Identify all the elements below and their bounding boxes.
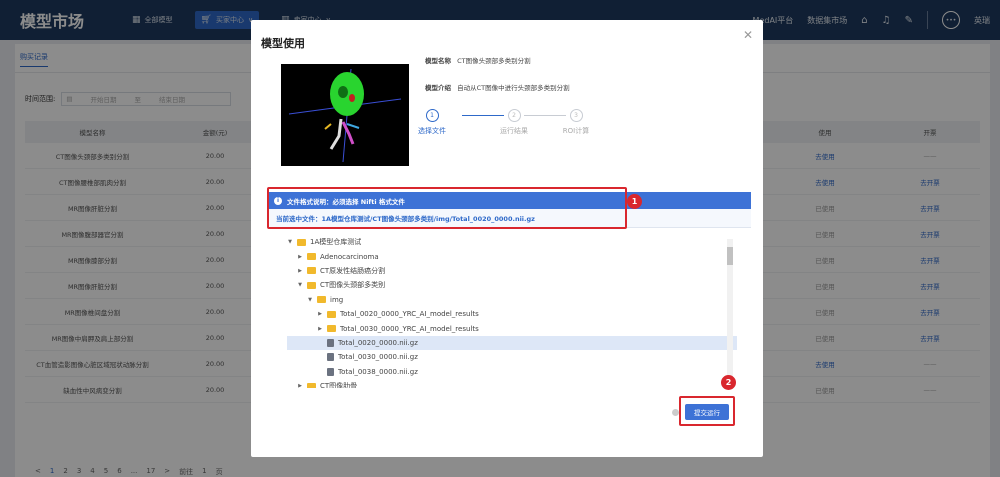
caret-right-icon[interactable]: ▶	[297, 383, 303, 388]
step-indicator: 1 选择文件 2 运行结果 3 ROI计算	[418, 109, 626, 141]
folder-icon	[307, 267, 316, 275]
tree-folder[interactable]: ▶ Total_0030_0000_YRC_AI_model_results	[287, 321, 737, 335]
tree-label: Total_0030_0000_YRC_AI_model_results	[340, 324, 479, 333]
caret-down-icon[interactable]: ▼	[287, 239, 293, 245]
step-number: 3	[569, 109, 583, 122]
folder-icon	[307, 281, 316, 289]
tree-label: Total_0020_0000_YRC_AI_model_results	[340, 310, 479, 319]
caret-down-icon[interactable]: ▼	[297, 282, 303, 288]
tree-label: Total_0020_0000.nii.gz	[338, 338, 418, 347]
file-icon	[327, 367, 334, 376]
tree-label: Total_0038_0000.nii.gz	[338, 367, 418, 376]
step-label: 选择文件	[418, 127, 446, 135]
model-desc: 自动从CT图像中进行头颈部多类别分割	[457, 84, 570, 92]
scrollbar-thumb[interactable]	[727, 247, 733, 265]
folder-icon	[307, 382, 316, 388]
folder-icon	[327, 310, 336, 318]
step-roi: 3 ROI计算	[546, 109, 606, 136]
tree-folder[interactable]: ▶ Total_0020_0000_YRC_AI_model_results	[287, 307, 737, 321]
tree-label: img	[330, 295, 344, 304]
tree-scrollbar[interactable]	[727, 239, 733, 387]
file-icon	[327, 338, 334, 347]
tree-file[interactable]: Total_0020_0000.nii.gz	[287, 335, 737, 351]
caret-right-icon[interactable]: ▶	[297, 254, 303, 260]
model-preview-image	[281, 64, 409, 166]
tree-label: CT原发性结肠癌分割	[320, 266, 386, 275]
model-info: 模型名称 CT图像头颈部多类别分割 模型介绍 自动从CT图像中进行头颈部多类别分…	[425, 55, 570, 109]
tree-label: CT图像头颈部多类别	[320, 281, 386, 290]
step-label: ROI计算	[562, 127, 590, 135]
tree-file[interactable]: Total_0038_0000.nii.gz	[287, 365, 737, 379]
step-number: 2	[507, 109, 521, 122]
folder-icon	[327, 325, 336, 333]
dialog-title: 模型使用	[261, 37, 305, 50]
step-badge: 1	[627, 194, 642, 209]
tree-folder[interactable]: ▼ 1A模型仓库测试	[287, 235, 737, 249]
tree-folder[interactable]: ▼ img	[287, 293, 737, 307]
tree-folder[interactable]: ▶ Adenocarcinoma	[287, 249, 737, 263]
caret-right-icon[interactable]: ▶	[317, 311, 323, 317]
step-select-file: 1 选择文件	[402, 109, 462, 136]
tree-label: 1A模型仓库测试	[310, 238, 362, 247]
status-dot	[672, 409, 679, 416]
highlight-box	[679, 396, 735, 426]
folder-icon	[297, 238, 306, 246]
tree-label: CT图像肋骨	[320, 382, 358, 388]
tree-file[interactable]: Total_0030_0000.nii.gz	[287, 350, 737, 364]
caret-down-icon[interactable]: ▼	[307, 297, 313, 303]
model-use-dialog: 模型使用 ✕ 模型名称 CT图像头颈部多类别分割 模型介绍 自动从CT图像中进行…	[251, 20, 763, 457]
model-name-label: 模型名称	[425, 57, 451, 65]
file-tree: ▼ 1A模型仓库测试 ▶ Adenocarcinoma ▶ CT原发性结肠癌分割 ▼ CT图像…	[287, 235, 737, 388]
folder-icon	[307, 253, 316, 261]
tree-folder[interactable]: ▶ CT原发性结肠癌分割	[287, 264, 737, 278]
file-icon	[327, 353, 334, 362]
tree-folder[interactable]: ▶ CT图像肋骨	[287, 379, 737, 388]
tree-folder[interactable]: ▼ CT图像头颈部多类别	[287, 278, 737, 292]
caret-right-icon[interactable]: ▶	[317, 326, 323, 332]
folder-icon	[317, 296, 326, 304]
caret-right-icon[interactable]: ▶	[297, 268, 303, 274]
step-label: 运行结果	[500, 127, 528, 135]
tree-label: Adenocarcinoma	[320, 252, 379, 261]
highlight-box	[267, 187, 627, 229]
model-name: CT图像头颈部多类别分割	[457, 57, 531, 65]
model-desc-label: 模型介绍	[425, 84, 451, 92]
step-badge: 2	[721, 375, 736, 390]
tree-label: Total_0030_0000.nii.gz	[338, 353, 418, 362]
step-number: 1	[425, 109, 439, 122]
step-run-result: 2 运行结果	[484, 109, 544, 136]
close-icon[interactable]: ✕	[743, 28, 753, 42]
